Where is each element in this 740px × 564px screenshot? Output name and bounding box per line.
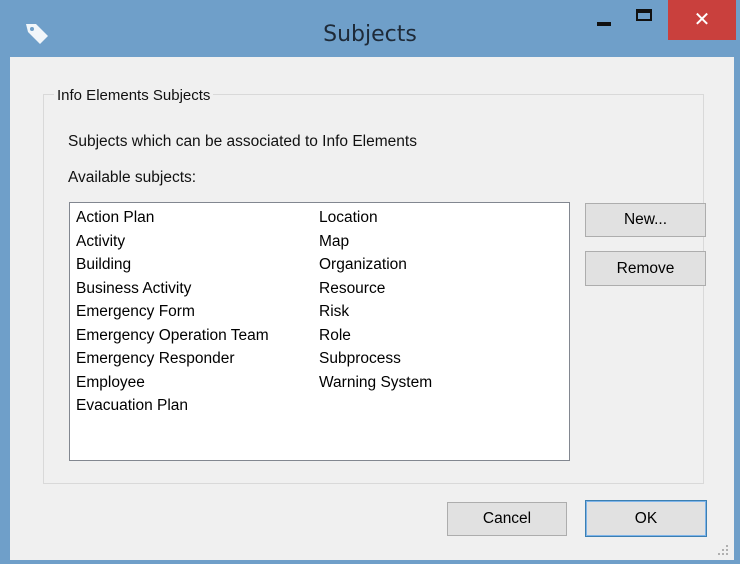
list-item[interactable]: Location [319,206,432,230]
list-item[interactable]: Subprocess [319,347,432,371]
subjects-dialog: Subjects ✕ Info Elements Subjects Subjec… [0,0,740,564]
subjects-listbox[interactable]: Action Plan Activity Building Business A… [69,202,570,461]
dialog-client-area: Info Elements Subjects Subjects which ca… [10,57,734,560]
available-subjects-label: Available subjects: [68,169,197,186]
list-item[interactable]: Building [76,253,269,277]
subjects-column-2: Location Map Organization Resource Risk … [319,206,432,394]
group-legend: Info Elements Subjects [54,87,214,104]
cancel-button[interactable]: Cancel [447,502,567,536]
close-button[interactable]: ✕ [668,0,736,40]
list-item[interactable]: Risk [319,300,432,324]
list-item[interactable]: Emergency Responder [76,347,269,371]
list-item[interactable]: Business Activity [76,277,269,301]
description-label: Subjects which can be associated to Info… [68,133,417,150]
list-item[interactable]: Emergency Form [76,300,269,324]
list-item[interactable]: Role [319,324,432,348]
new-button[interactable]: New... [585,203,706,237]
list-item[interactable]: Action Plan [76,206,269,230]
maximize-icon [636,9,652,21]
minimize-button[interactable] [584,0,624,38]
list-item[interactable]: Warning System [319,371,432,395]
remove-button[interactable]: Remove [585,251,706,286]
resize-grip-icon[interactable] [716,543,730,557]
list-item[interactable]: Activity [76,230,269,254]
subjects-column-1: Action Plan Activity Building Business A… [76,206,269,418]
list-item[interactable]: Resource [319,277,432,301]
ok-button[interactable]: OK [585,500,707,537]
minimize-icon [597,22,611,26]
list-item[interactable]: Organization [319,253,432,277]
maximize-button[interactable] [626,0,664,38]
list-item[interactable]: Evacuation Plan [76,394,269,418]
list-item[interactable]: Emergency Operation Team [76,324,269,348]
list-item[interactable]: Map [319,230,432,254]
list-item[interactable]: Employee [76,371,269,395]
close-icon: ✕ [693,9,711,31]
